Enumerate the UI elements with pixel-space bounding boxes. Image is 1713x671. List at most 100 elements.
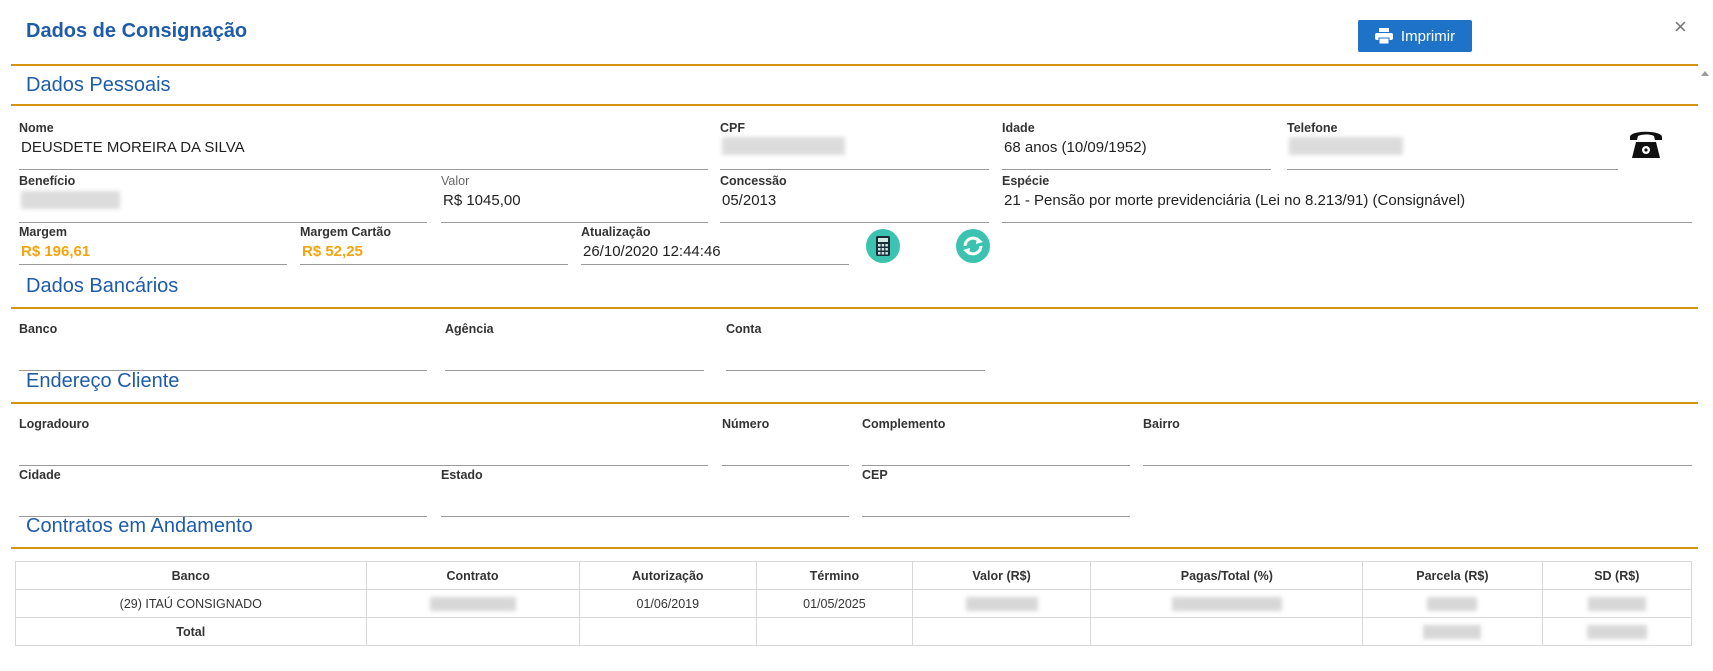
margem-cartao-field: Margem Cartão R$ 52,25 bbox=[300, 225, 568, 265]
idade-value: 68 anos (10/09/1952) bbox=[1004, 139, 1147, 156]
cep-label: CEP bbox=[862, 468, 888, 482]
cidade-field: Cidade bbox=[19, 468, 427, 517]
col-parcela: Parcela (R$) bbox=[1362, 561, 1543, 590]
margem-cartao-label: Margem Cartão bbox=[300, 225, 391, 239]
section-personal: Dados Pessoais bbox=[11, 64, 1698, 106]
section-bank-rule bbox=[11, 307, 1698, 309]
cell-total-empty bbox=[578, 617, 758, 646]
col-pagas-total: Pagas/Total (%) bbox=[1090, 561, 1364, 590]
beneficio-field: Benefício bbox=[19, 174, 427, 223]
cpf-field: CPF bbox=[720, 121, 989, 170]
cell-termino: 01/05/2025 bbox=[756, 589, 913, 618]
section-personal-title: Dados Pessoais bbox=[26, 74, 171, 96]
telephone-icon[interactable] bbox=[1628, 128, 1664, 160]
table-total-row: Total bbox=[15, 617, 1693, 646]
logradouro-label: Logradouro bbox=[19, 417, 90, 431]
cell-valor bbox=[911, 589, 1092, 618]
dialog-title: Dados de Consignação bbox=[26, 20, 248, 42]
telefone-field: Telefone bbox=[1287, 121, 1618, 170]
contracts-table: Banco Contrato Autorização Término Valor… bbox=[15, 561, 1693, 646]
conta-field: Conta bbox=[726, 322, 985, 371]
telefone-label: Telefone bbox=[1287, 121, 1338, 135]
conta-label: Conta bbox=[726, 322, 762, 336]
cell-total-empty bbox=[756, 617, 913, 646]
concessao-value: 05/2013 bbox=[722, 192, 777, 209]
section-address-title: Endereço Cliente bbox=[26, 370, 180, 392]
margem-label: Margem bbox=[19, 225, 67, 239]
total-parcela-redacted bbox=[1423, 624, 1482, 639]
cpf-label: CPF bbox=[720, 121, 745, 135]
sd-redacted bbox=[1587, 596, 1646, 611]
cell-total-empty bbox=[365, 617, 580, 646]
calculator-icon[interactable] bbox=[866, 229, 900, 263]
atualizacao-label: Atualização bbox=[581, 225, 651, 239]
concessao-field: Concessão 05/2013 bbox=[720, 174, 989, 223]
idade-field: Idade 68 anos (10/09/1952) bbox=[1002, 121, 1271, 170]
margem-field: Margem R$ 196,61 bbox=[19, 225, 287, 265]
cell-contrato bbox=[365, 589, 580, 618]
complemento-field: Complemento bbox=[862, 417, 1130, 466]
scrollbar[interactable] bbox=[1698, 66, 1712, 671]
cell-total-empty bbox=[1090, 617, 1364, 646]
atualizacao-value: 26/10/2020 12:44:46 bbox=[583, 243, 721, 260]
table-header-row: Banco Contrato Autorização Término Valor… bbox=[15, 561, 1693, 590]
section-bank-title: Dados Bancários bbox=[26, 275, 179, 297]
print-button-label: Imprimir bbox=[1400, 27, 1456, 45]
total-sd-redacted bbox=[1586, 624, 1647, 639]
section-contracts-rule bbox=[11, 547, 1698, 549]
col-contrato: Contrato bbox=[365, 561, 580, 590]
estado-label: Estado bbox=[441, 468, 483, 482]
nome-label: Nome bbox=[19, 121, 54, 135]
parcela-redacted bbox=[1427, 596, 1478, 611]
cell-autorizacao: 01/06/2019 bbox=[578, 589, 758, 618]
col-banco: Banco bbox=[15, 561, 367, 590]
telefone-redacted bbox=[1289, 137, 1403, 155]
contrato-redacted bbox=[429, 596, 516, 611]
atualizacao-field: Atualização 26/10/2020 12:44:46 bbox=[581, 225, 849, 265]
idade-label: Idade bbox=[1002, 121, 1035, 135]
printer-icon bbox=[1374, 28, 1393, 44]
table-row[interactable]: (29) ITAÚ CONSIGNADO 01/06/2019 01/05/20… bbox=[15, 589, 1693, 618]
nome-value: DEUSDETE MOREIRA DA SILVA bbox=[21, 139, 245, 156]
refresh-icon[interactable] bbox=[956, 229, 990, 263]
cell-total-empty bbox=[911, 617, 1092, 646]
valor-field: Valor R$ 1045,00 bbox=[441, 174, 708, 223]
cell-total-parcela bbox=[1362, 617, 1543, 646]
logradouro-field: Logradouro bbox=[19, 417, 708, 466]
cell-banco: (29) ITAÚ CONSIGNADO bbox=[15, 589, 367, 618]
bairro-field: Bairro bbox=[1143, 417, 1692, 466]
cpf-redacted bbox=[722, 137, 845, 155]
cep-field: CEP bbox=[862, 468, 1130, 517]
banco-field: Banco bbox=[19, 322, 427, 371]
complemento-label: Complemento bbox=[862, 417, 946, 431]
especie-label: Espécie bbox=[1002, 174, 1050, 188]
concessao-label: Concessão bbox=[720, 174, 787, 188]
print-button[interactable]: Imprimir bbox=[1358, 20, 1472, 52]
col-autorizacao: Autorização bbox=[578, 561, 758, 590]
col-sd: SD (R$) bbox=[1541, 561, 1693, 590]
col-termino: Término bbox=[756, 561, 913, 590]
col-valor: Valor (R$) bbox=[911, 561, 1092, 590]
especie-value: 21 - Pensão por morte previdenciária (Le… bbox=[1004, 192, 1466, 209]
close-icon[interactable]: × bbox=[1674, 14, 1687, 40]
section-address-rule bbox=[11, 402, 1698, 404]
beneficio-redacted bbox=[21, 191, 120, 209]
especie-field: Espécie 21 - Pensão por morte previdenci… bbox=[1002, 174, 1692, 223]
margem-value: R$ 196,61 bbox=[21, 243, 91, 260]
valor-redacted bbox=[965, 596, 1038, 611]
numero-label: Número bbox=[722, 417, 770, 431]
nome-field: Nome DEUSDETE MOREIRA DA SILVA bbox=[19, 121, 708, 170]
pagas-total-redacted bbox=[1171, 596, 1282, 611]
cidade-label: Cidade bbox=[19, 468, 61, 482]
bairro-label: Bairro bbox=[1143, 417, 1180, 431]
cell-total-label: Total bbox=[15, 617, 367, 646]
cell-sd bbox=[1541, 589, 1693, 618]
section-contracts-title: Contratos em Andamento bbox=[26, 515, 253, 537]
agencia-label: Agência bbox=[445, 322, 494, 336]
agencia-field: Agência bbox=[445, 322, 704, 371]
numero-field: Número bbox=[722, 417, 849, 466]
cell-parcela bbox=[1362, 589, 1543, 618]
valor-value: R$ 1045,00 bbox=[443, 192, 521, 209]
beneficio-label: Benefício bbox=[19, 174, 76, 188]
estado-field: Estado bbox=[441, 468, 849, 517]
